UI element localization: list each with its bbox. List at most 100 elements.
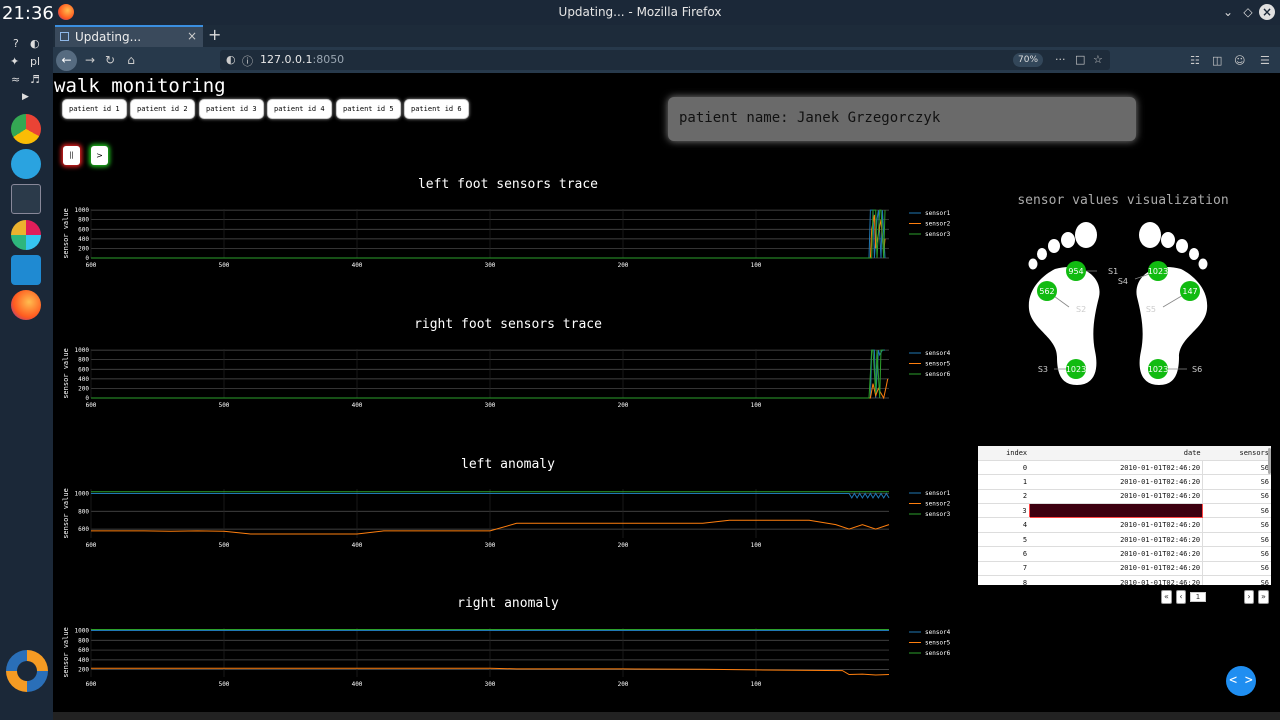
table-cell[interactable]: S6 bbox=[1202, 546, 1271, 562]
legend-entry[interactable]: sensor1 bbox=[925, 490, 951, 497]
vscode-icon[interactable] bbox=[11, 255, 41, 285]
minimize-icon[interactable]: ⌄ bbox=[1220, 4, 1236, 20]
sidebar-icon[interactable]: ◫ bbox=[1212, 54, 1222, 67]
legend-entry[interactable]: sensor3 bbox=[925, 231, 951, 238]
slack-tray-icon[interactable]: ✦ bbox=[10, 55, 19, 68]
legend-entry[interactable]: sensor2 bbox=[925, 501, 951, 508]
table-cell[interactable]: 8 bbox=[978, 575, 1030, 585]
table-cell[interactable]: 2010-01-01T02:46:20 bbox=[1029, 532, 1204, 548]
table-cell[interactable]: 2010-01-01T02:46:20 bbox=[1029, 546, 1204, 562]
table-row[interactable]: 6 2010-01-01T02:46:20 S6 bbox=[978, 546, 1271, 562]
terminal-icon[interactable] bbox=[11, 184, 41, 214]
slack-icon[interactable] bbox=[11, 220, 41, 250]
table-cell[interactable]: 2010-01-01T02:46:20 bbox=[1029, 517, 1204, 533]
keyboard-layout[interactable]: pl bbox=[30, 55, 40, 68]
table-cell[interactable]: 4 bbox=[978, 517, 1030, 533]
patient-button-5[interactable]: patient id 5 bbox=[336, 99, 401, 119]
info-icon[interactable]: ⓘ bbox=[242, 53, 253, 69]
tab-close-icon[interactable]: × bbox=[187, 29, 197, 43]
url-bar[interactable]: ◐ ⓘ 127.0.0.1:8050 70% ··· □ ☆ bbox=[220, 50, 1110, 70]
legend-entry[interactable]: sensor2 bbox=[925, 221, 951, 228]
maximize-icon[interactable]: ◇ bbox=[1240, 4, 1256, 20]
shield-icon[interactable]: ◐ bbox=[226, 53, 236, 66]
table-cell[interactable]: 3 bbox=[978, 503, 1030, 519]
table-cell[interactable]: 7 bbox=[978, 561, 1030, 577]
table-cell[interactable]: 2010-01-01T02:46:20 bbox=[1029, 474, 1204, 490]
home-icon[interactable]: ⌂ bbox=[121, 51, 141, 69]
next-page-button[interactable]: › bbox=[1244, 590, 1254, 604]
new-tab-icon[interactable]: + bbox=[208, 25, 221, 44]
status-icon[interactable]: ◐ bbox=[30, 37, 40, 50]
table-cell[interactable]: 2 bbox=[978, 489, 1030, 505]
volume-icon[interactable]: ♬ bbox=[30, 73, 40, 86]
table-cell[interactable]: S6 bbox=[1202, 489, 1271, 505]
legend-entry[interactable]: sensor4 bbox=[925, 350, 951, 357]
column-header[interactable]: index bbox=[978, 446, 1030, 461]
patient-button-2[interactable]: patient id 2 bbox=[130, 99, 195, 119]
help-icon[interactable]: ? bbox=[13, 37, 19, 50]
table-cell[interactable]: 2010-01-01T02:46:20 bbox=[1029, 561, 1204, 577]
legend-entry[interactable]: sensor6 bbox=[925, 371, 951, 378]
table-cell[interactable]: S6 bbox=[1202, 561, 1271, 577]
last-page-button[interactable]: » bbox=[1258, 590, 1269, 604]
table-cell[interactable]: 2010-01-01T02:46:20 bbox=[1029, 489, 1204, 505]
prev-page-button[interactable]: ‹ bbox=[1176, 590, 1186, 604]
table-cell[interactable]: S6 bbox=[1202, 503, 1271, 519]
column-header[interactable]: sensors bbox=[1202, 446, 1271, 461]
table-cell[interactable]: S6 bbox=[1202, 575, 1271, 585]
table-cell[interactable]: 2010-01-01T02:46:20 bbox=[1028, 503, 1204, 519]
bookmark-star-icon[interactable]: ☆ bbox=[1093, 53, 1103, 66]
chrome-icon[interactable] bbox=[11, 114, 41, 144]
page-scrollbar[interactable] bbox=[53, 712, 1280, 720]
anomaly-table[interactable]: index date sensors 0 2010-01-01T02:46:20 S6 1… bbox=[978, 446, 1271, 585]
first-page-button[interactable]: « bbox=[1161, 590, 1172, 604]
legend-entry[interactable]: sensor5 bbox=[925, 640, 951, 647]
table-cell[interactable]: 5 bbox=[978, 532, 1030, 548]
telegram-icon[interactable] bbox=[11, 149, 41, 179]
reload-icon[interactable]: ↻ bbox=[100, 51, 120, 69]
table-row[interactable]: 4 2010-01-01T02:46:20 S6 bbox=[978, 517, 1271, 533]
legend-entry[interactable]: sensor6 bbox=[925, 650, 951, 657]
table-cell[interactable]: 2010-01-01T02:46:20 bbox=[1029, 575, 1204, 585]
table-row[interactable]: 2 2010-01-01T02:46:20 S6 bbox=[978, 489, 1271, 505]
patient-button-1[interactable]: patient id 1 bbox=[62, 99, 127, 119]
table-cell[interactable]: S6 bbox=[1202, 517, 1271, 533]
legend-entry[interactable]: sensor1 bbox=[925, 210, 951, 217]
library-icon[interactable]: ☷ bbox=[1190, 54, 1200, 67]
legend-entry[interactable]: sensor5 bbox=[925, 361, 951, 368]
table-row[interactable]: 0 2010-01-01T02:46:20 S6 bbox=[978, 460, 1271, 476]
table-row[interactable]: 1 2010-01-01T02:46:20 S6 bbox=[978, 474, 1271, 490]
patient-button-3[interactable]: patient id 3 bbox=[199, 99, 264, 119]
table-row[interactable]: 8 2010-01-01T02:46:20 S6 bbox=[978, 575, 1271, 585]
play-button[interactable]: > bbox=[91, 146, 108, 165]
pause-button[interactable]: || bbox=[63, 146, 80, 165]
legend-entry[interactable]: sensor3 bbox=[925, 511, 951, 518]
wifi-icon[interactable]: ≈ bbox=[11, 73, 20, 86]
dash-debug-button[interactable]: < > bbox=[1226, 666, 1256, 696]
table-cell[interactable]: 6 bbox=[978, 546, 1030, 562]
account-icon[interactable]: ☺ bbox=[1234, 54, 1245, 67]
pocket-icon[interactable]: □ bbox=[1075, 53, 1085, 66]
tab-updating[interactable]: Updating... × bbox=[55, 25, 203, 47]
patient-button-4[interactable]: patient id 4 bbox=[267, 99, 332, 119]
zoom-level[interactable]: 70% bbox=[1013, 53, 1044, 67]
page-number-input[interactable]: 1 bbox=[1190, 592, 1206, 602]
table-row[interactable]: 3 2010-01-01T02:46:20 S6 bbox=[978, 503, 1271, 519]
forward-icon[interactable]: → bbox=[80, 51, 100, 69]
firefox-dock-icon[interactable] bbox=[11, 290, 41, 320]
table-row[interactable]: 7 2010-01-01T02:46:20 S6 bbox=[978, 561, 1271, 577]
menu-icon[interactable]: ☰ bbox=[1260, 54, 1270, 67]
table-cell[interactable]: 0 bbox=[978, 460, 1030, 476]
close-window-icon[interactable]: × bbox=[1259, 4, 1275, 20]
table-cell[interactable]: 2010-01-01T02:46:20 bbox=[1029, 460, 1204, 476]
table-scrollbar[interactable] bbox=[1268, 448, 1271, 474]
table-cell[interactable]: S6 bbox=[1202, 532, 1271, 548]
back-icon[interactable]: ← bbox=[56, 50, 77, 71]
table-cell[interactable]: 1 bbox=[978, 474, 1030, 490]
patient-button-6[interactable]: patient id 6 bbox=[404, 99, 469, 119]
expand-tray-icon[interactable]: ▶ bbox=[22, 92, 29, 102]
table-cell[interactable]: S6 bbox=[1202, 460, 1271, 476]
ubuntu-logo-icon[interactable] bbox=[6, 650, 48, 692]
table-row[interactable]: 5 2010-01-01T02:46:20 S6 bbox=[978, 532, 1271, 548]
table-cell[interactable]: S6 bbox=[1202, 474, 1271, 490]
